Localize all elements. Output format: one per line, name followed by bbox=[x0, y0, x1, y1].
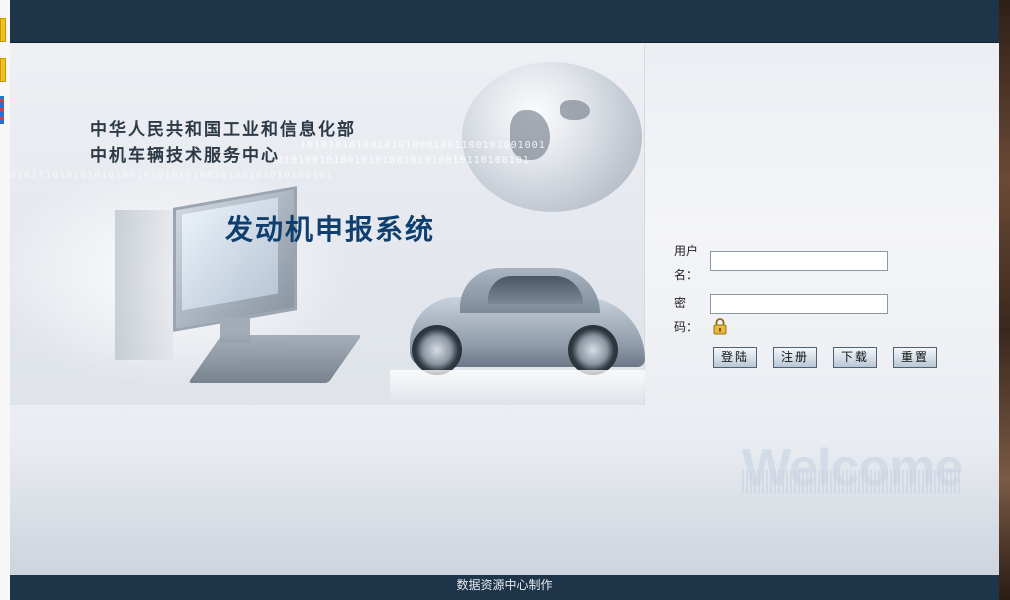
car-wheel-icon bbox=[568, 325, 618, 375]
edge-dots-icon bbox=[0, 96, 4, 124]
username-label-line2: 名： bbox=[674, 268, 699, 282]
download-button[interactable]: 下载 bbox=[833, 347, 877, 368]
binary-text: 10101010100101010001001100101001001 bbox=[300, 140, 546, 151]
page-frame: 10101010100101010001001100101001001 1010… bbox=[10, 0, 999, 600]
computer-tower-icon bbox=[115, 210, 173, 360]
password-input[interactable] bbox=[710, 294, 888, 314]
org-name-line1: 中华人民共和国工业和信息化部 bbox=[90, 120, 356, 140]
password-label-line2: 码： bbox=[674, 320, 699, 334]
right-edge-strip bbox=[999, 0, 1010, 600]
register-button[interactable]: 注册 bbox=[773, 347, 817, 368]
login-button[interactable]: 登陆 bbox=[713, 347, 757, 368]
username-label-line1: 用户 bbox=[674, 244, 699, 258]
system-title: 发动机申报系统 bbox=[225, 213, 436, 246]
password-label-line1: 密 bbox=[674, 296, 687, 310]
welcome-reflection bbox=[742, 470, 962, 494]
footer-text: 数据资源中心制作 bbox=[456, 578, 553, 592]
car-reflection bbox=[390, 370, 645, 405]
car-window bbox=[488, 276, 583, 304]
left-edge-strip bbox=[0, 0, 10, 600]
binary-text: 0101110101010101001010101010010100101010… bbox=[10, 170, 333, 181]
reset-button[interactable]: 重置 bbox=[893, 347, 937, 368]
binary-text: 1010100101001010100101010010110100101 bbox=[270, 155, 530, 166]
top-bar bbox=[10, 0, 999, 43]
edge-mark-icon bbox=[0, 58, 6, 82]
globe-land-shape bbox=[510, 110, 550, 160]
footer-bar: 数据资源中心制作 bbox=[10, 575, 999, 600]
username-input[interactable] bbox=[710, 251, 888, 271]
globe-land-shape bbox=[560, 100, 590, 120]
globe-icon bbox=[462, 62, 642, 212]
lock-icon bbox=[713, 318, 727, 335]
edge-mark-icon bbox=[0, 18, 6, 42]
org-name-line2: 中机车辆技术服务中心 bbox=[90, 146, 280, 166]
car-wheel-icon bbox=[412, 325, 462, 375]
